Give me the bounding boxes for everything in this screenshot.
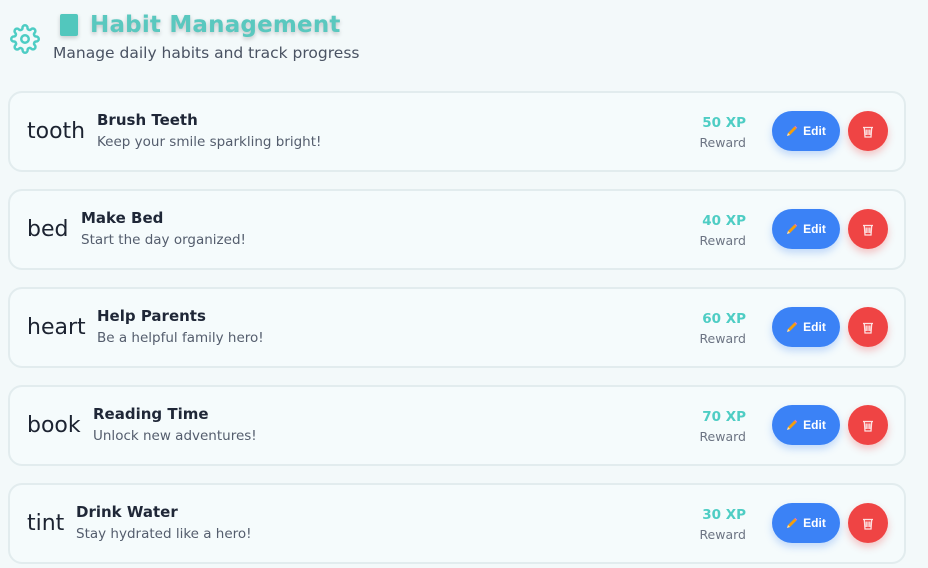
habit-description: Be a helpful family hero! bbox=[97, 330, 264, 346]
xp-label: Reward bbox=[699, 135, 746, 150]
edit-button[interactable]: Edit bbox=[772, 307, 840, 347]
pencil-icon bbox=[787, 321, 798, 332]
delete-button[interactable] bbox=[848, 209, 888, 249]
delete-button[interactable] bbox=[848, 111, 888, 151]
habit-icon-label: heart bbox=[27, 315, 86, 340]
habit-name: Reading Time bbox=[93, 405, 209, 423]
trash-icon bbox=[863, 518, 873, 530]
trash-icon bbox=[863, 224, 873, 236]
habit-description: Stay hydrated like a hero! bbox=[76, 526, 252, 542]
xp-label: Reward bbox=[699, 429, 746, 444]
delete-button[interactable] bbox=[848, 503, 888, 543]
pencil-icon bbox=[787, 517, 798, 528]
edit-label: Edit bbox=[803, 418, 826, 432]
habit-description: Keep your smile sparkling bright! bbox=[97, 134, 322, 150]
edit-label: Edit bbox=[803, 320, 826, 334]
habit-icon-label: book bbox=[27, 413, 81, 438]
delete-button[interactable] bbox=[848, 307, 888, 347]
xp-value: 60 XP bbox=[702, 311, 746, 327]
habit-name: Help Parents bbox=[97, 307, 206, 325]
habit-text: Help Parents Be a helpful family hero! bbox=[97, 307, 264, 346]
habit-text: Brush Teeth Keep your smile sparkling br… bbox=[97, 111, 321, 150]
xp-value: 30 XP bbox=[702, 507, 746, 523]
habit-icon-label: bed bbox=[27, 217, 69, 242]
pencil-icon bbox=[787, 419, 798, 430]
xp-label: Reward bbox=[699, 233, 746, 248]
habit-icon-label: tint bbox=[27, 511, 65, 536]
xp-reward: 70 XP Reward bbox=[699, 409, 746, 444]
habit-card: tooth Brush Teeth Keep your smile sparkl… bbox=[8, 91, 906, 172]
xp-value: 40 XP bbox=[702, 213, 746, 229]
xp-reward: 60 XP Reward bbox=[699, 311, 746, 346]
edit-button[interactable]: Edit bbox=[772, 405, 840, 445]
clipboard-icon bbox=[60, 14, 78, 36]
edit-label: Edit bbox=[803, 222, 826, 236]
habit-card: tint Drink Water Stay hydrated like a he… bbox=[8, 483, 906, 564]
edit-button[interactable]: Edit bbox=[772, 209, 840, 249]
xp-value: 70 XP bbox=[702, 409, 746, 425]
habit-management-page: Habit Management Manage daily habits and… bbox=[0, 0, 928, 568]
page-subtitle: Manage daily habits and track progress bbox=[53, 44, 360, 62]
xp-label: Reward bbox=[699, 331, 746, 346]
edit-button[interactable]: Edit bbox=[772, 503, 840, 543]
habit-description: Unlock new adventures! bbox=[93, 428, 257, 444]
pencil-icon bbox=[787, 223, 798, 234]
xp-reward: 30 XP Reward bbox=[699, 507, 746, 542]
pencil-icon bbox=[787, 125, 798, 136]
habit-name: Brush Teeth bbox=[97, 111, 198, 129]
xp-reward: 50 XP Reward bbox=[699, 115, 746, 150]
page-header: Habit Management Manage daily habits and… bbox=[8, 6, 608, 76]
xp-reward: 40 XP Reward bbox=[699, 213, 746, 248]
habit-description: Start the day organized! bbox=[81, 232, 246, 248]
trash-icon bbox=[863, 126, 873, 138]
habit-list: tooth Brush Teeth Keep your smile sparkl… bbox=[8, 91, 906, 568]
edit-label: Edit bbox=[803, 516, 826, 530]
delete-button[interactable] bbox=[848, 405, 888, 445]
page-title: Habit Management bbox=[90, 12, 341, 38]
habit-card: book Reading Time Unlock new adventures!… bbox=[8, 385, 906, 466]
habit-name: Drink Water bbox=[76, 503, 178, 521]
title-row: Habit Management bbox=[60, 12, 341, 38]
habit-card: bed Make Bed Start the day organized! 40… bbox=[8, 189, 906, 270]
habit-text: Drink Water Stay hydrated like a hero! bbox=[76, 503, 252, 542]
xp-label: Reward bbox=[699, 527, 746, 542]
xp-value: 50 XP bbox=[702, 115, 746, 131]
habit-icon-label: tooth bbox=[27, 119, 86, 144]
gear-icon[interactable] bbox=[10, 24, 40, 54]
habit-card: heart Help Parents Be a helpful family h… bbox=[8, 287, 906, 368]
trash-icon bbox=[863, 420, 873, 432]
habit-text: Reading Time Unlock new adventures! bbox=[93, 405, 257, 444]
edit-button[interactable]: Edit bbox=[772, 111, 840, 151]
habit-text: Make Bed Start the day organized! bbox=[81, 209, 246, 248]
edit-label: Edit bbox=[803, 124, 826, 138]
habit-name: Make Bed bbox=[81, 209, 164, 227]
trash-icon bbox=[863, 322, 873, 334]
